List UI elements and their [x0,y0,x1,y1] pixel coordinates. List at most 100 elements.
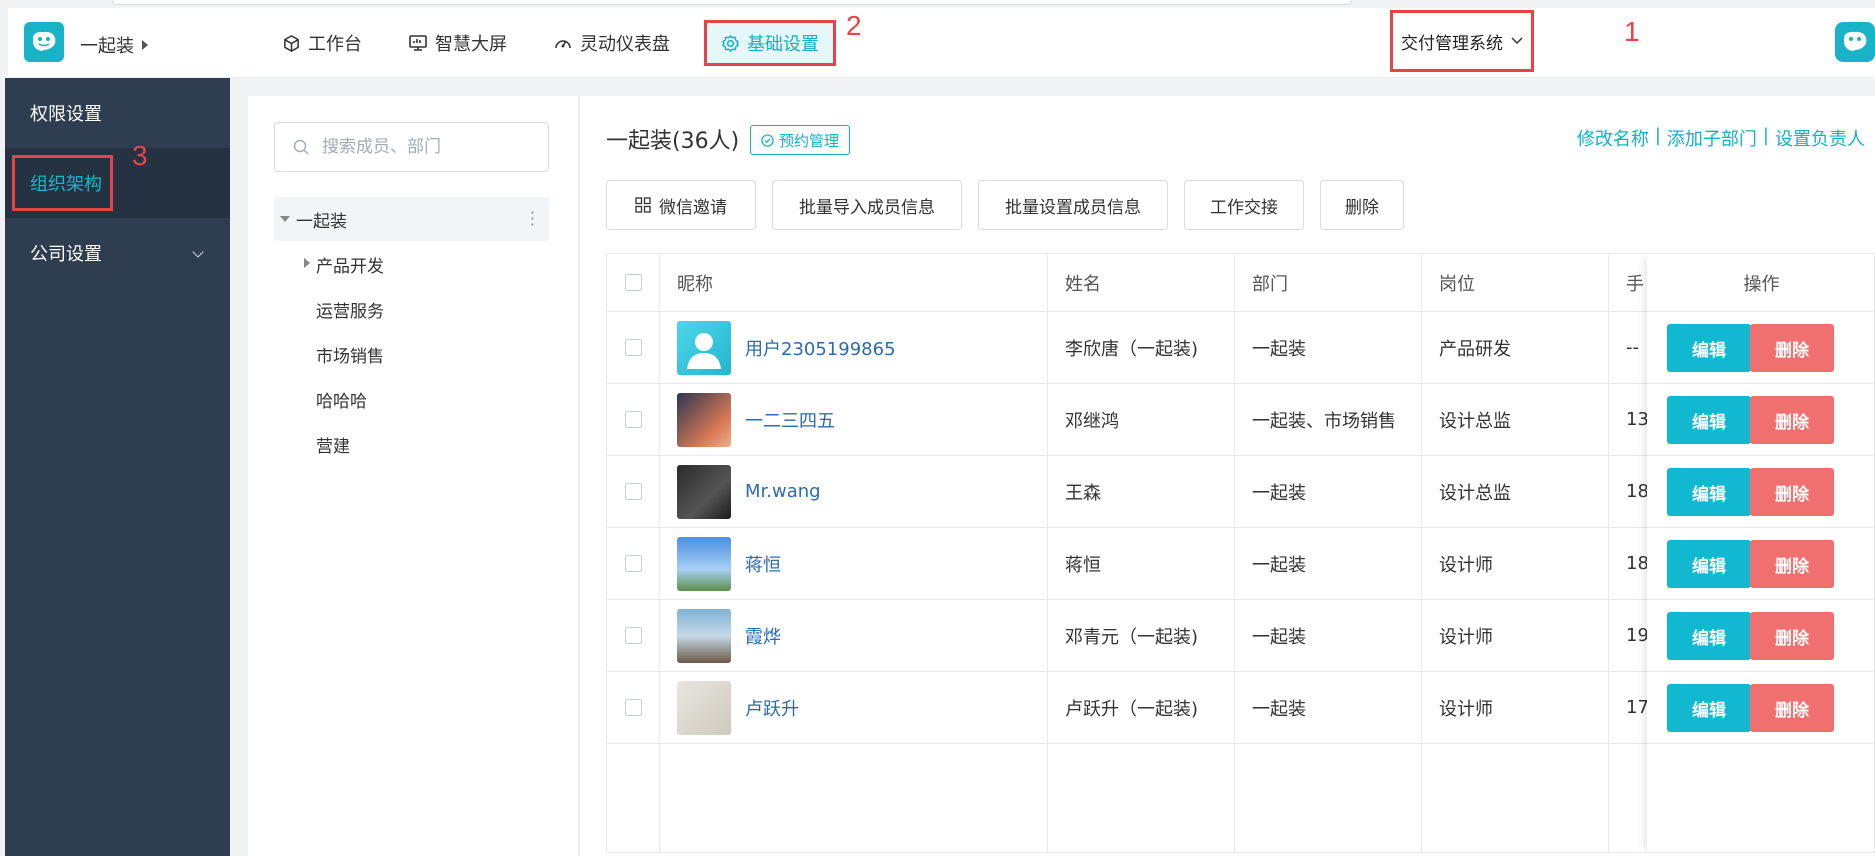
nav-dashboard[interactable]: 灵动仪表盘 [541,20,682,66]
nav-label: 工作台 [308,34,362,55]
tree-node[interactable]: 哈哈哈 [316,387,367,412]
row-select-cell [625,672,642,743]
caret-right-icon [142,40,148,50]
batch-import-button[interactable]: 批量导入成员信息 [772,180,962,230]
name-cell: 邓继鸿 [1065,410,1119,432]
nickname-cell: 卢跃升 [677,672,799,743]
nickname-link[interactable]: 一二三四五 [745,407,835,433]
row-delete-button[interactable]: 删除 [1750,468,1834,516]
dept-cell: 一起装、市场销售 [1252,410,1396,432]
select-all-checkbox[interactable] [625,274,642,291]
nickname-cell: Mr.wang [677,456,821,527]
row-delete-button[interactable]: 删除 [1750,324,1834,372]
caret-down-icon[interactable] [280,216,290,222]
sidebar-item-permissions[interactable]: 权限设置 [5,78,230,148]
delete-button[interactable]: 删除 [1320,180,1404,230]
system-switcher[interactable]: 交付管理系统 [1390,10,1534,72]
company-switcher[interactable]: 一起装 [80,32,148,58]
button-label: 批量设置成员信息 [1005,197,1141,218]
row-delete-button[interactable]: 删除 [1750,684,1834,732]
dept-cell: 一起装 [1252,626,1306,648]
nav-workbench[interactable]: 工作台 [270,20,374,66]
cube-icon [284,34,299,52]
nickname-link[interactable]: 蒋恒 [745,551,781,577]
edit-button[interactable]: 编辑 [1667,324,1751,372]
position-cell: 产品研发 [1439,338,1511,360]
qrcode-icon [635,197,651,213]
row-select-cell [625,384,642,455]
row-select-cell [625,312,642,383]
row-divider [1647,671,1874,672]
nav-basic-settings[interactable]: 基础设置 [704,20,836,66]
user-avatar[interactable] [1835,22,1875,62]
position-cell: 设计师 [1439,554,1493,576]
gear-icon [722,34,739,52]
monitor-icon [409,35,427,51]
gauge-icon [555,40,571,49]
row-delete-button[interactable]: 删除 [1750,540,1834,588]
nickname-link[interactable]: Mr.wang [745,481,821,502]
actions-column: 操作 编辑 删除 编辑 删除 编辑 删除 编辑 删除 编辑 删除 编辑 删除 [1647,254,1874,852]
edit-button[interactable]: 编辑 [1667,540,1751,588]
tree-node-label: 市场销售 [316,347,384,367]
row-checkbox[interactable] [625,627,642,644]
search-input[interactable] [320,136,520,158]
row-delete-button[interactable]: 删除 [1750,612,1834,660]
annotation-3: 3 [132,140,148,171]
row-divider [1647,599,1874,600]
nickname-link[interactable]: 卢跃升 [745,695,799,721]
nickname-link[interactable]: 用户2305199865 [745,335,896,361]
row-checkbox[interactable] [625,411,642,428]
nickname-link[interactable]: 霞烨 [745,623,781,649]
row-divider [1647,455,1874,456]
row-divider [1647,743,1874,744]
add-subdept-link[interactable]: 添加子部门 [1667,125,1757,151]
nickname-cell: 一二三四五 [677,384,835,455]
edit-button[interactable]: 编辑 [1667,612,1751,660]
address-bar-edge [112,0,1352,5]
edit-button[interactable]: 编辑 [1667,396,1751,444]
avatar [677,608,731,663]
button-label: 工作交接 [1210,197,1278,218]
avatar [677,536,731,591]
header-nickname: 昵称 [677,273,713,295]
phone-cell: 19 [1626,625,1649,646]
row-checkbox[interactable] [625,555,642,572]
header-name: 姓名 [1065,273,1101,295]
caret-right-icon[interactable] [304,258,310,268]
nav-smart-screen[interactable]: 智慧大屏 [396,20,519,66]
rename-link[interactable]: 修改名称 [1577,125,1649,151]
edit-button[interactable]: 编辑 [1667,468,1751,516]
app-logo-icon[interactable] [24,22,64,62]
more-vertical-icon[interactable]: · · · [530,205,535,233]
tree-node[interactable]: 产品开发 [304,252,384,277]
tree-node[interactable]: 营建 [316,432,350,457]
tree-node[interactable]: 市场销售 [316,342,384,367]
nav-label: 智慧大屏 [435,34,507,55]
row-checkbox[interactable] [625,699,642,716]
appointment-tag[interactable]: 预约管理 [750,125,851,155]
dept-actions: 修改名称 | 添加子部门 | 设置负责人 [1577,125,1865,151]
tree-node[interactable]: 运营服务 [316,297,384,322]
nickname-cell: 霞烨 [677,600,781,671]
edit-button[interactable]: 编辑 [1667,684,1751,732]
phone-cell: -- [1626,337,1639,358]
handover-button[interactable]: 工作交接 [1184,180,1304,230]
browser-top-strip [0,0,1875,8]
header-phone: 手 [1626,273,1644,295]
sidebar-item-company-settings[interactable]: 公司设置 [5,218,230,288]
position-cell: 设计师 [1439,626,1493,648]
button-label: 批量导入成员信息 [799,197,935,218]
name-cell: 蒋恒 [1065,554,1101,576]
phone-cell: 18 [1626,553,1649,574]
row-delete-button[interactable]: 删除 [1750,396,1834,444]
tree-root-node[interactable]: 一起装 · · · [274,197,549,241]
wechat-invite-button[interactable]: 微信邀请 [606,180,756,230]
dept-cell: 一起装 [1252,482,1306,504]
position-cell: 设计总监 [1439,410,1511,432]
page-title: 一起装(36人) [606,129,740,154]
batch-set-button[interactable]: 批量设置成员信息 [978,180,1168,230]
set-manager-link[interactable]: 设置负责人 [1775,125,1865,151]
row-checkbox[interactable] [625,483,642,500]
row-checkbox[interactable] [625,339,642,356]
